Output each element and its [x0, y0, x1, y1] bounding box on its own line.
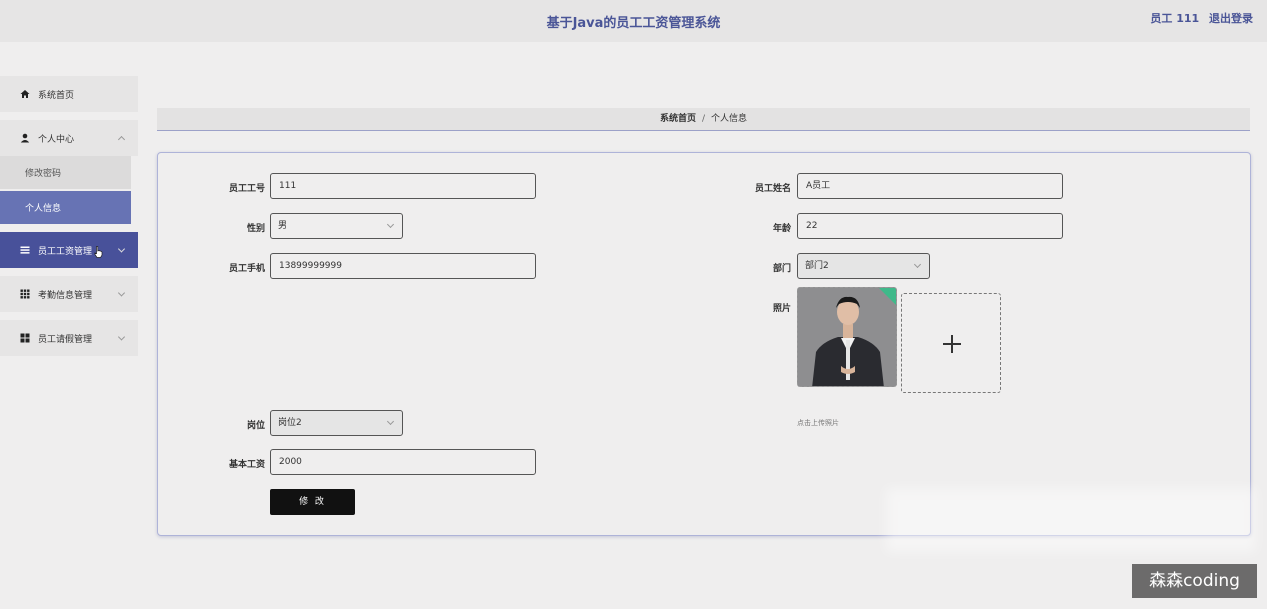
- sidebar-item-label: 个人中心: [38, 134, 75, 145]
- pointer-cursor-icon: [94, 246, 103, 258]
- chevron-down-icon: [386, 220, 395, 229]
- employee-photo-image: [798, 288, 896, 386]
- employee-no-field[interactable]: 111: [270, 173, 536, 199]
- phone-field[interactable]: 13899999999: [270, 253, 536, 279]
- top-header: 基于Java的员工工资管理系统 员工 111 退出登录: [0, 0, 1267, 42]
- position-select-value: 岗位2: [278, 418, 302, 428]
- list-icon: [20, 245, 30, 255]
- upload-hint: 点击上传照片: [797, 419, 839, 427]
- position-select[interactable]: 岗位2: [270, 410, 403, 436]
- age-field[interactable]: 22: [797, 213, 1063, 239]
- sidebar-item-label: 员工工资管理: [38, 246, 93, 257]
- chevron-down-icon: [913, 260, 922, 269]
- department-select-value: 部门2: [805, 261, 829, 271]
- sidebar-item-leave-management[interactable]: 员工请假管理: [0, 320, 138, 356]
- sidebar-item-salary-management[interactable]: 员工工资管理: [0, 232, 138, 268]
- chevron-up-icon: [117, 135, 126, 144]
- chevron-down-icon: [117, 289, 126, 297]
- gender-select[interactable]: 男: [270, 213, 403, 239]
- sidebar-item-label: 员工请假管理: [38, 334, 93, 345]
- sidebar-subitem-change-password[interactable]: 修改密码: [0, 156, 131, 189]
- base-salary-label: 基本工资: [228, 460, 265, 470]
- sidebar-item-label: 考勤信息管理: [38, 290, 93, 301]
- app-title: 基于Java的员工工资管理系统: [546, 16, 721, 31]
- sidebar-item-profile-center[interactable]: 个人中心: [0, 120, 138, 156]
- chevron-down-icon: [117, 245, 126, 253]
- phone-label: 员工手机: [228, 264, 265, 274]
- sidebar-subitem-personal-info[interactable]: 个人信息: [0, 191, 131, 224]
- chevron-down-icon: [386, 417, 395, 426]
- sidebar-subitem-label: 个人信息: [25, 204, 62, 214]
- sidebar-item-label: 系统首页: [38, 90, 75, 101]
- employee-no-label: 员工工号: [228, 184, 265, 194]
- sidebar-subitem-label: 修改密码: [25, 169, 62, 179]
- gender-label: 性别: [246, 224, 265, 234]
- gender-select-value: 男: [278, 221, 288, 231]
- user-area: 员工 111 退出登录: [1150, 10, 1253, 26]
- position-label: 岗位: [246, 421, 265, 431]
- name-field[interactable]: A员工: [797, 173, 1063, 199]
- breadcrumb-home[interactable]: 系统首页: [660, 114, 696, 124]
- sidebar-item-home[interactable]: 系统首页: [0, 76, 138, 112]
- watermark: 森森coding: [1132, 564, 1257, 598]
- chevron-down-icon: [117, 333, 126, 341]
- photo-label: 照片: [772, 304, 791, 314]
- grid-icon: [20, 289, 30, 299]
- name-label: 员工姓名: [754, 184, 791, 194]
- logout-link[interactable]: 退出登录: [1209, 12, 1253, 25]
- base-salary-field[interactable]: 2000: [270, 449, 536, 475]
- department-label: 部门: [772, 264, 791, 274]
- user-icon: [20, 133, 30, 143]
- modify-button[interactable]: 修 改: [270, 489, 355, 515]
- breadcrumb-current: 个人信息: [711, 114, 748, 124]
- sidebar-item-attendance-management[interactable]: 考勤信息管理: [0, 276, 138, 312]
- home-icon: [20, 89, 30, 99]
- overlay-glare: [886, 488, 1256, 552]
- department-select[interactable]: 部门2: [797, 253, 930, 279]
- apps-icon: [20, 333, 30, 343]
- profile-form-card: 员工工号 111 性别 男 员工手机 13899999999 员工姓名 A员工 …: [157, 152, 1251, 536]
- age-label: 年龄: [772, 224, 791, 234]
- employee-photo[interactable]: [797, 287, 897, 387]
- breadcrumb-separator: /: [701, 114, 706, 124]
- upload-photo-button[interactable]: [901, 293, 1001, 393]
- plus-icon-vertical: [951, 335, 953, 353]
- breadcrumb: 系统首页 / 个人信息: [157, 108, 1250, 131]
- current-user-label: 员工 111: [1150, 12, 1200, 25]
